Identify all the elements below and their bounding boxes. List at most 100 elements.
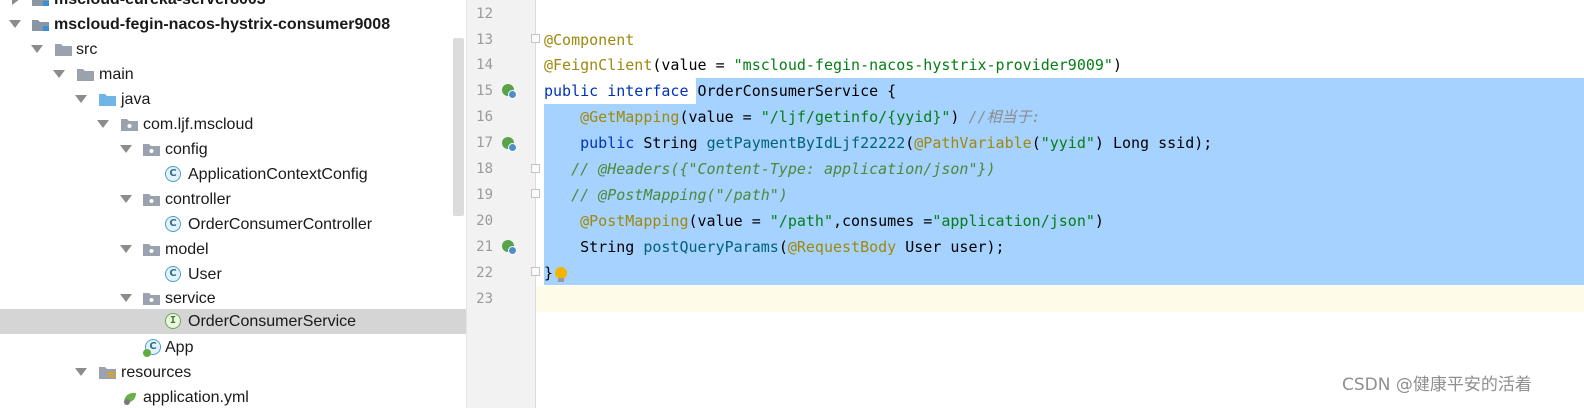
code-token: (	[1031, 134, 1041, 152]
tree-item-label: OrderConsumerController	[188, 216, 373, 233]
code-token: "mscloud-fegin-nacos-hystrix-provider900…	[733, 56, 1113, 74]
tree-item-model[interactable]: model	[0, 237, 466, 262]
implementation-gutter-icon[interactable]	[502, 84, 517, 99]
tree-item-label: main	[99, 66, 134, 83]
code-line-19[interactable]: // @PostMapping("/path")	[544, 182, 788, 208]
code-line-18[interactable]: // @Headers({"Content-Type: application/…	[544, 156, 995, 182]
expanded-arrow-icon[interactable]	[120, 245, 132, 253]
code-token: @PathVariable	[914, 134, 1032, 152]
expanded-arrow-icon[interactable]	[120, 294, 132, 302]
tree-item-user[interactable]: C User	[0, 262, 466, 287]
code-line-21[interactable]: String postQueryParams(@RequestBody User…	[544, 234, 1005, 260]
code-token: @RequestBody	[787, 238, 897, 256]
intention-bulb-icon[interactable]	[555, 267, 567, 282]
folder-icon	[55, 43, 72, 56]
expanded-arrow-icon[interactable]	[75, 95, 87, 103]
code-token: )	[1094, 212, 1104, 230]
fold-marker-icon[interactable]	[531, 164, 540, 173]
code-line-20[interactable]: @PostMapping(value = "/path",consumes ="…	[544, 208, 1104, 234]
tree-item-java[interactable]: java	[0, 87, 466, 112]
tree-item-label: ApplicationContextConfig	[188, 166, 368, 183]
code-token: (	[905, 134, 915, 152]
code-token: @Component	[544, 31, 635, 49]
class-icon: C	[165, 266, 181, 282]
module-folder-icon	[32, 18, 49, 31]
expanded-arrow-icon[interactable]	[120, 195, 132, 203]
project-tree-panel: mscloud-eureka-server8003 mscloud-fegin-…	[0, 0, 466, 408]
expanded-arrow-icon[interactable]	[9, 20, 21, 28]
code-token: (value =	[652, 56, 734, 74]
tree-item-order-consumer-controller[interactable]: C OrderConsumerController	[0, 212, 466, 237]
folder-icon	[77, 68, 94, 81]
code-token: String	[643, 134, 707, 152]
line-number: 15	[476, 83, 493, 99]
tree-item-order-consumer-service[interactable]: I OrderConsumerService	[0, 309, 466, 334]
fold-marker-icon[interactable]	[531, 34, 540, 43]
tree-item-label: User	[188, 266, 222, 283]
tree-item-package-root[interactable]: com.ljf.mscloud	[0, 112, 466, 137]
current-line-highlight	[536, 286, 1584, 312]
class-icon: C	[165, 216, 181, 232]
code-line-17[interactable]: public String getPaymentByIdLjf22222(@Pa…	[544, 130, 1212, 156]
implementation-gutter-icon[interactable]	[502, 137, 517, 152]
tree-item-label: application.yml	[143, 389, 249, 406]
tree-item-app[interactable]: C App	[0, 335, 466, 360]
code-token: public interface	[544, 82, 698, 100]
expanded-arrow-icon[interactable]	[97, 120, 109, 128]
code-token: User user);	[896, 238, 1005, 256]
tree-item-resources[interactable]: resources	[0, 360, 466, 385]
line-number: 20	[476, 213, 493, 229]
line-number: 16	[476, 109, 493, 125]
tree-item-label: java	[121, 91, 151, 108]
expanded-arrow-icon[interactable]	[53, 70, 65, 78]
line-number: 19	[476, 187, 493, 203]
code-line-15[interactable]: public interface OrderConsumerService {	[544, 78, 896, 104]
tree-item-consumer-module[interactable]: mscloud-fegin-nacos-hystrix-consumer9008	[0, 12, 466, 37]
tree-item-application-yml[interactable]: application.yml	[0, 385, 466, 408]
code-line-14[interactable]: @FeignClient(value = "mscloud-fegin-naco…	[544, 52, 1122, 78]
tree-item-label: config	[165, 141, 208, 158]
tree-item-label: OrderConsumerService	[188, 313, 357, 330]
tree-item-main[interactable]: main	[0, 62, 466, 87]
package-icon	[143, 193, 160, 206]
code-line-16[interactable]: @GetMapping(value = "/ljf/getinfo/{yyid}…	[544, 104, 1040, 130]
line-number: 17	[476, 135, 493, 151]
interface-icon: I	[165, 313, 181, 329]
tree-item-label: model	[165, 241, 209, 258]
code-line-22[interactable]: }	[544, 260, 553, 286]
tree-item-eureka-module[interactable]: mscloud-eureka-server8003	[0, 0, 466, 12]
tree-item-label: service	[165, 290, 216, 307]
expanded-arrow-icon[interactable]	[31, 45, 43, 53]
code-line-13[interactable]: @Component	[544, 27, 634, 53]
line-number: 12	[476, 6, 493, 22]
code-token: }	[544, 264, 554, 282]
tree-item-config[interactable]: config	[0, 137, 466, 162]
tree-item-service[interactable]: service	[0, 286, 466, 311]
code-token: String	[544, 238, 644, 256]
code-token: @PostMapping	[580, 212, 689, 230]
expanded-arrow-icon[interactable]	[75, 368, 87, 376]
code-token: )	[950, 108, 969, 126]
code-token: OrderConsumerService {	[697, 82, 897, 100]
code-token: "/ljf/getinfo/{yyid}"	[760, 108, 951, 126]
editor-gutter: 12 13 14 15 16 17 18 19 20 21 22 23	[467, 0, 536, 408]
implementation-gutter-icon[interactable]	[502, 240, 517, 255]
tree-item-application-context-config[interactable]: C ApplicationContextConfig	[0, 162, 466, 187]
watermark: CSDN @健康平安的活着	[1342, 375, 1532, 395]
code-editor[interactable]: @Component @FeignClient(value = "mscloud…	[536, 0, 1584, 408]
code-token: "/path"	[769, 212, 833, 230]
tree-scrollbar[interactable]	[453, 38, 464, 216]
tree-item-src[interactable]: src	[0, 37, 466, 62]
source-folder-icon	[99, 93, 116, 106]
line-number: 22	[476, 265, 493, 281]
fold-marker-icon[interactable]	[531, 189, 540, 198]
tree-item-controller[interactable]: controller	[0, 187, 466, 212]
collapsed-arrow-icon[interactable]	[12, 0, 20, 5]
fold-marker-icon[interactable]	[531, 267, 540, 276]
expanded-arrow-icon[interactable]	[120, 145, 132, 153]
line-number: 21	[476, 239, 493, 255]
resources-folder-icon	[99, 366, 116, 379]
